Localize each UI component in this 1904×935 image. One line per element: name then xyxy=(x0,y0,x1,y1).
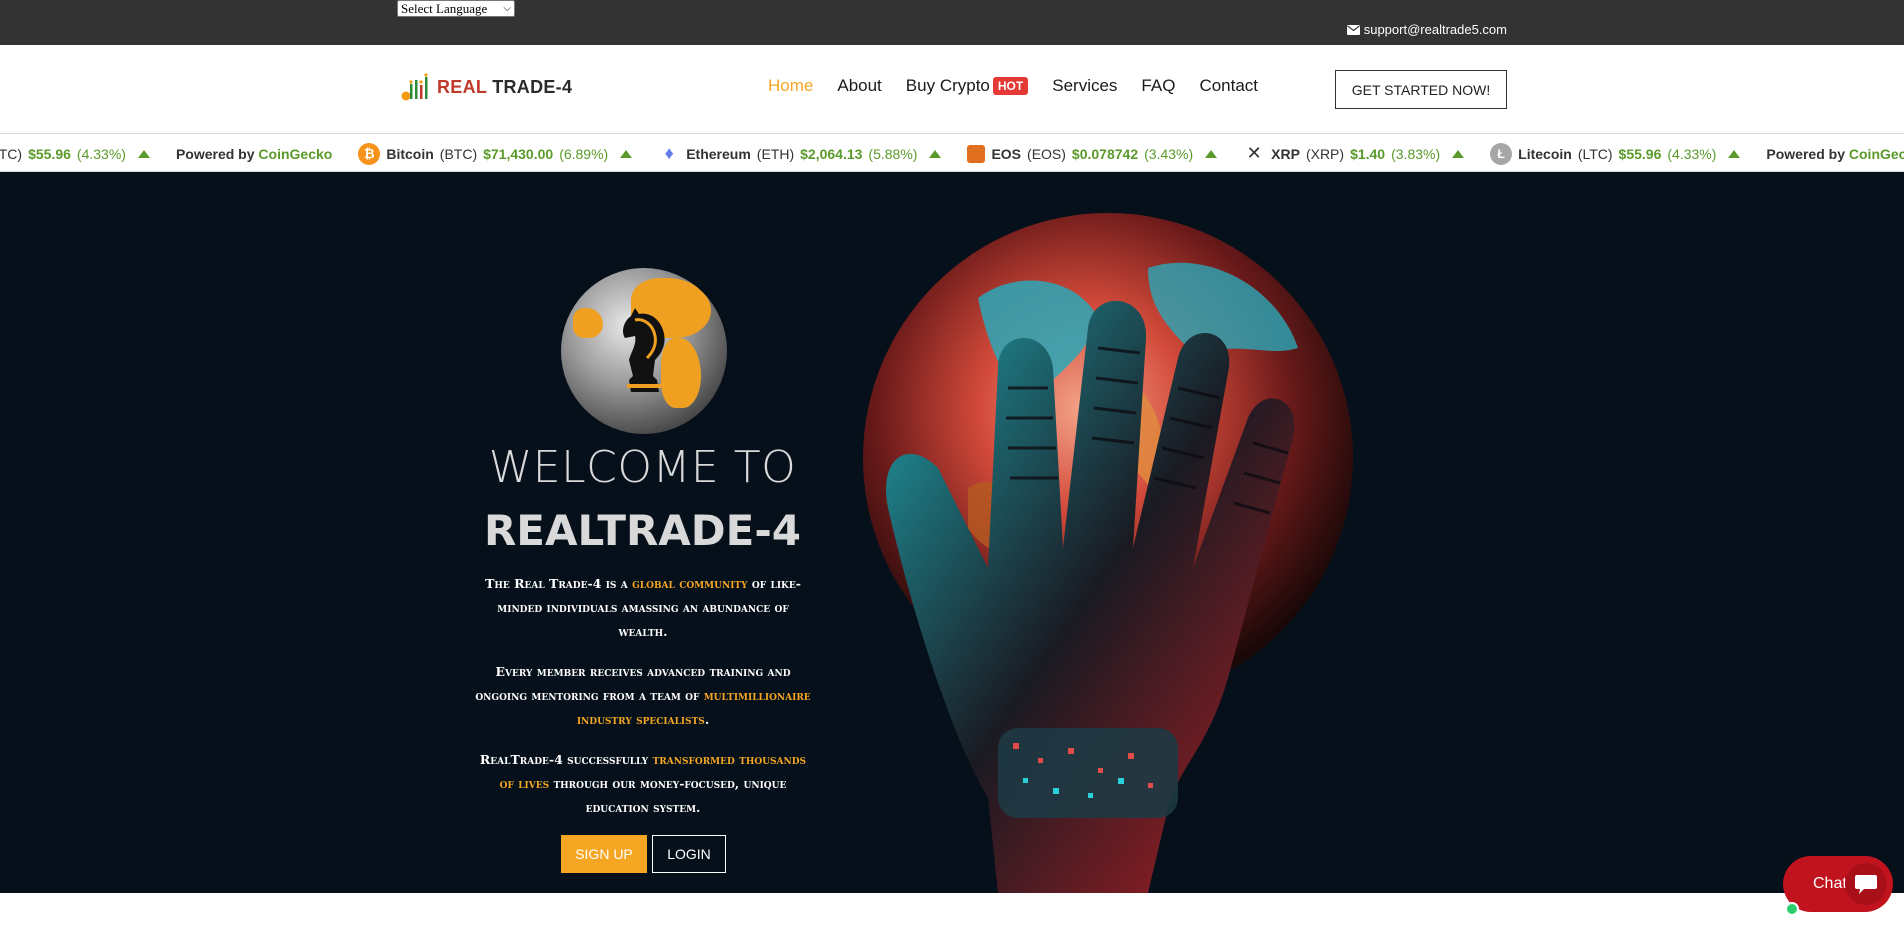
p2-text-b: . xyxy=(704,712,710,727)
ticker-change: (3.43%) xyxy=(1144,145,1194,162)
support-email-link[interactable]: support@realtrade5.com xyxy=(1346,22,1507,37)
p3-text-a: RealTrade-4 successfully xyxy=(479,752,653,767)
chevron-down-icon: ⌵ xyxy=(503,3,511,14)
ticker-symbol: (LTC) xyxy=(1577,145,1613,162)
xrp-icon: ✕ xyxy=(1246,143,1262,163)
ticker-price: $55.96 xyxy=(1618,145,1662,162)
logo-chart-icon xyxy=(401,73,428,101)
bitcoin-icon: ₿ xyxy=(358,142,381,165)
globe-knight-emblem xyxy=(561,268,727,434)
ticker-change: (3.83%) xyxy=(1391,145,1441,162)
ticker-item-ltc[interactable]: Ł Litecoin (LTC) $55.96 (4.33%) xyxy=(1490,142,1741,165)
ticker-change: (5.88%) xyxy=(868,145,918,162)
chat-bubble-icon xyxy=(1845,863,1887,905)
ticker-track: LTC) $55.96 (4.33%) Powered by CoinGecko… xyxy=(0,134,1904,171)
hot-badge: HOT xyxy=(992,77,1029,95)
p1-text-a: The Real Trade-4 is a xyxy=(485,576,633,591)
ticker-coin-name: Litecoin xyxy=(1518,145,1572,162)
nav-contact[interactable]: Contact xyxy=(1199,76,1258,96)
ticker-coin-name: XRP xyxy=(1271,145,1300,162)
nav-about[interactable]: About xyxy=(837,76,881,96)
ethereum-icon: ♦ xyxy=(664,143,674,163)
ticker-item-eth[interactable]: ♦ Ethereum (ETH) $2,064.13 (5.88%) xyxy=(658,143,942,165)
hero-paragraph-1: The Real Trade-4 is a global community o… xyxy=(473,572,813,644)
login-button[interactable]: LOGIN xyxy=(652,835,726,873)
ticker-symbol: (EOS) xyxy=(1027,145,1066,162)
ticker-coin-name: Ethereum xyxy=(686,145,751,162)
ticker-price: $71,430.00 xyxy=(483,145,554,162)
ticker-symbol: (XRP) xyxy=(1305,145,1345,162)
ticker-symbol: LTC) xyxy=(0,145,23,162)
site-logo[interactable]: REAL TRADE-4 xyxy=(401,73,572,101)
hero-welcome: WELCOME TO xyxy=(488,442,797,493)
ticker-item-eos[interactable]: EOS (EOS) $0.078742 (3.43%) xyxy=(967,144,1218,163)
ticker-coin-name: EOS xyxy=(991,145,1022,162)
nav-faq[interactable]: FAQ xyxy=(1141,76,1175,96)
get-started-button[interactable]: GET STARTED NOW! xyxy=(1335,70,1507,109)
nav-buy-crypto-label: Buy Crypto xyxy=(905,76,990,95)
nav-services[interactable]: Services xyxy=(1052,76,1117,96)
hero-section: WELCOME TO REALTRADE-4 The Real Trade-4 … xyxy=(0,172,1904,893)
sign-up-button[interactable]: SIGN UP xyxy=(561,835,647,873)
online-status-dot xyxy=(1785,902,1799,916)
ticker-item-btc[interactable]: ₿ Bitcoin (BTC) $71,430.00 (6.89%) xyxy=(358,142,633,165)
chat-widget-button[interactable]: Chat xyxy=(1783,856,1893,916)
arrow-up-icon xyxy=(1728,149,1741,158)
arrow-up-icon xyxy=(137,149,150,158)
arrow-up-icon xyxy=(620,149,633,158)
arrow-up-icon xyxy=(1205,149,1218,158)
powered-by-label: Powered by xyxy=(175,145,255,162)
ticker-price: $2,064.13 xyxy=(800,145,863,162)
logo-text-real: REAL xyxy=(437,76,487,97)
arrow-up-icon xyxy=(1452,149,1465,158)
main-nav: Home About Buy Crypto HOT Services FAQ C… xyxy=(768,76,1282,96)
logo-text: REAL TRADE-4 xyxy=(437,77,572,98)
support-email: support@realtrade5.com xyxy=(1363,22,1507,37)
hero-brand-title: REALTRADE-4 xyxy=(483,506,802,555)
litecoin-icon: Ł xyxy=(1490,142,1513,165)
ticker-change: (4.33%) xyxy=(1667,145,1717,162)
p1-highlight: global community xyxy=(632,576,748,591)
crypto-ticker: LTC) $55.96 (4.33%) Powered by CoinGecko… xyxy=(0,133,1904,172)
ticker-coin-name: Bitcoin xyxy=(386,145,434,162)
site-header: REAL TRADE-4 Home About Buy Crypto HOT S… xyxy=(0,45,1904,133)
powered-by-coingecko[interactable]: Powered by CoinGecko xyxy=(1766,146,1904,162)
ticker-change: (6.89%) xyxy=(559,145,609,162)
powered-by-label: Powered by xyxy=(1766,145,1845,162)
nav-home[interactable]: Home xyxy=(768,76,813,96)
powered-by-coingecko[interactable]: Powered by CoinGecko xyxy=(176,146,332,162)
mail-icon xyxy=(1346,24,1360,35)
nav-buy-crypto[interactable]: Buy Crypto HOT xyxy=(905,76,1029,96)
coingecko-link: CoinGecko xyxy=(258,145,333,162)
ticker-symbol: (ETH) xyxy=(756,145,795,162)
ticker-symbol: (BTC) xyxy=(439,145,478,162)
ticker-price: $0.078742 xyxy=(1071,145,1139,162)
ticker-change: (4.33%) xyxy=(76,145,126,162)
logo-text-trade: TRADE-4 xyxy=(492,76,573,97)
eos-icon xyxy=(967,144,986,163)
arrow-up-icon xyxy=(929,149,942,158)
chess-knight-icon xyxy=(623,308,665,392)
language-select[interactable]: Select Language ⌵ xyxy=(397,0,515,17)
chat-label: Chat xyxy=(1813,875,1847,892)
hero-paragraph-3: RealTrade-4 successfully transformed tho… xyxy=(473,748,813,820)
coingecko-link: CoinGecko xyxy=(1848,145,1904,162)
ticker-price: $1.40 xyxy=(1350,145,1386,162)
ticker-item-ltc-fragment[interactable]: LTC) $55.96 (4.33%) xyxy=(0,146,150,162)
language-select-value: Select Language xyxy=(401,1,488,16)
ticker-price: $55.96 xyxy=(28,145,71,162)
top-bar: Select Language ⌵ support@realtrade5.com xyxy=(0,0,1904,45)
ticker-item-xrp[interactable]: ✕ XRP (XRP) $1.40 (3.83%) xyxy=(1243,143,1465,165)
robot-hand-globe-image xyxy=(863,213,1353,893)
hero-paragraph-2: Every member receives advanced training … xyxy=(473,660,813,732)
p3-text-b: through our money-focused, unique educat… xyxy=(549,776,787,815)
